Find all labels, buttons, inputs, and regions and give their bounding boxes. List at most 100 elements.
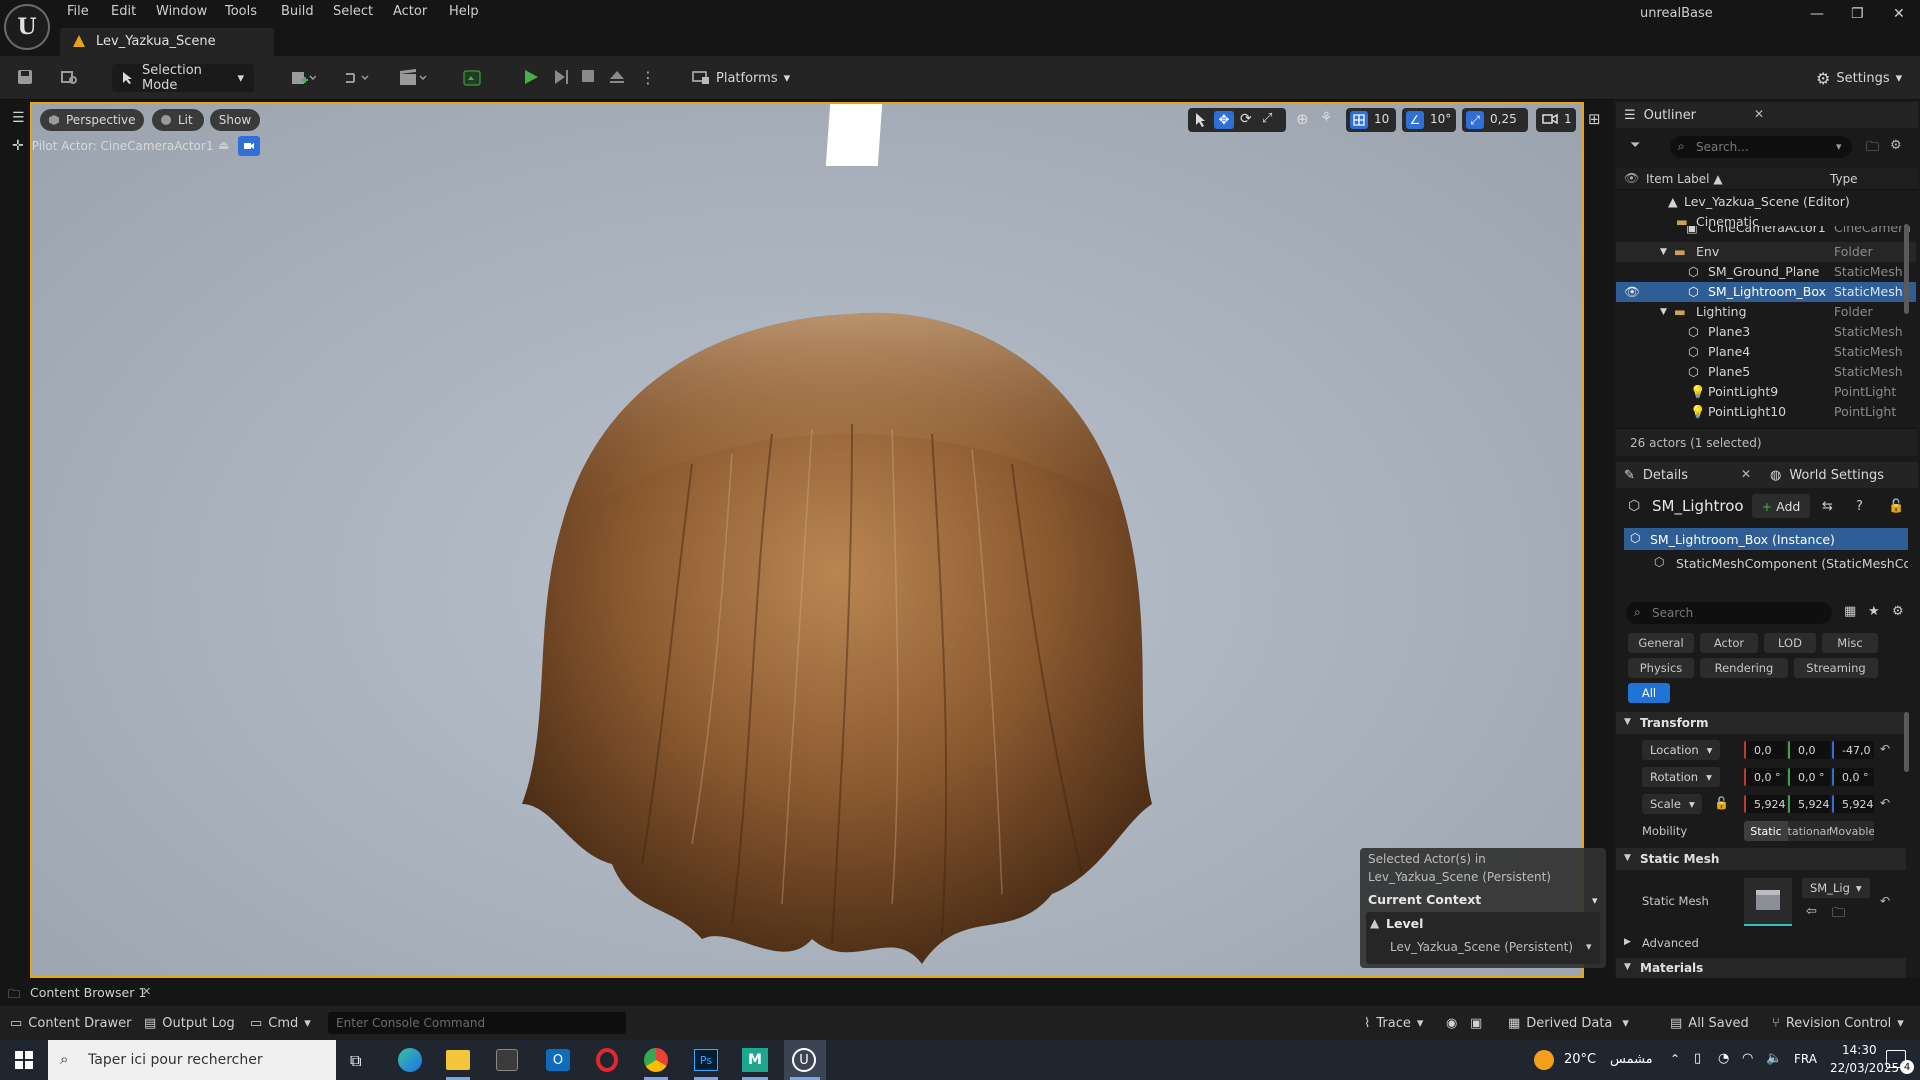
taskbar-search-box[interactable]: ⌕ Taper ici pour rechercher	[48, 1040, 336, 1080]
stop-icon[interactable]	[580, 68, 600, 88]
category-lod[interactable]: LOD	[1764, 633, 1816, 653]
surface-snap-icon[interactable]: ⚘	[1320, 110, 1333, 126]
menu-edit[interactable]: Edit	[111, 4, 136, 19]
pilot-move-icon[interactable]: ✛	[12, 138, 24, 154]
item-label-column[interactable]: Item Label ▲	[1646, 172, 1723, 186]
location-y-field[interactable]: 0,0	[1788, 741, 1830, 759]
step-icon[interactable]	[552, 68, 572, 88]
details-scrollbar[interactable]	[1904, 712, 1909, 772]
visibility-eye-icon[interactable]: 👁	[1624, 284, 1640, 300]
level-tab[interactable]: Lev_Yazkua_Scene	[60, 28, 274, 56]
rotate-tool-icon[interactable]: ⟳	[1240, 111, 1252, 127]
advanced-row[interactable]: ▶ Advanced	[1616, 932, 1906, 954]
restore-button[interactable]: ❐	[1851, 6, 1864, 22]
category-streaming[interactable]: Streaming	[1794, 658, 1878, 678]
content-browser-tab[interactable]: Content Browser 1	[30, 985, 146, 1000]
lock-icon[interactable]: 🔓	[1888, 499, 1904, 514]
menu-window[interactable]: Window	[156, 4, 207, 19]
content-drawer-button[interactable]: ▭ Content Drawer	[10, 1016, 131, 1031]
cmd-button[interactable]: ▭ Cmd ▾	[250, 1016, 311, 1031]
menu-select[interactable]: Select	[333, 4, 373, 19]
volume-icon[interactable]: 🔈	[1766, 1051, 1782, 1066]
context-collapse-icon[interactable]: ▾	[1592, 894, 1598, 907]
expand-arrow-icon[interactable]: ▼	[1660, 307, 1667, 317]
settings-button[interactable]: ⚙ Settings ▾	[1806, 64, 1906, 92]
level-context-box[interactable]: ▲ Level Lev_Yazkua_Scene (Persistent) ▾	[1366, 912, 1600, 964]
category-general[interactable]: General	[1628, 633, 1694, 653]
unreal-taskbar-button[interactable]: U	[784, 1040, 826, 1080]
outliner-row-env[interactable]: ▼ ▬ Env Folder	[1616, 242, 1916, 262]
weather-sun-icon[interactable]	[1534, 1050, 1554, 1070]
use-selected-icon[interactable]: ⇦	[1806, 904, 1817, 919]
chrome-icon[interactable]	[644, 1048, 668, 1072]
play-icon[interactable]	[522, 68, 542, 88]
filter-icon[interactable]: ⏷	[1630, 138, 1640, 153]
category-all[interactable]: All	[1628, 683, 1670, 703]
mobility-static[interactable]: Static	[1744, 821, 1788, 841]
menu-help[interactable]: Help	[449, 4, 479, 19]
category-physics[interactable]: Physics	[1628, 658, 1694, 678]
add-actor-icon[interactable]	[290, 68, 316, 88]
eject-icon[interactable]	[608, 68, 628, 88]
outliner-scrollbar[interactable]	[1904, 224, 1909, 314]
scale-x-field[interactable]: 5,924	[1744, 795, 1786, 813]
outliner-row-pointlight9[interactable]: 💡 PointLight9 PointLight	[1616, 382, 1916, 402]
unreal-logo-icon[interactable]: U	[4, 4, 50, 50]
outliner-row-ground-plane[interactable]: ⬡ SM_Ground_Plane StaticMesh	[1616, 262, 1916, 282]
cinematics-icon[interactable]	[398, 68, 427, 88]
transform-header[interactable]: ▼ Transform	[1616, 712, 1906, 734]
perspective-button[interactable]: Perspective	[40, 109, 144, 131]
edge-icon[interactable]	[398, 1048, 422, 1072]
modes-icon[interactable]	[462, 68, 482, 88]
eject-pilot-icon[interactable]: ⏏	[218, 138, 229, 152]
menu-file[interactable]: File	[67, 4, 89, 19]
blueprint-icon[interactable]	[344, 68, 369, 88]
lit-button[interactable]: Lit	[152, 109, 204, 131]
type-column[interactable]: Type	[1830, 172, 1858, 186]
outliner-row-lighting[interactable]: ▼ ▬ Lighting Folder	[1616, 302, 1916, 322]
grid-snap-toggle[interactable]: 10	[1346, 108, 1396, 132]
weather-temperature[interactable]: 20°C	[1564, 1052, 1596, 1067]
viewport-layout-icon[interactable]: ⊞	[1588, 110, 1601, 128]
location-dropdown[interactable]: Location ▾	[1642, 740, 1720, 760]
visibility-eye-icon[interactable]: 👁	[1624, 171, 1639, 185]
outliner-row-plane5[interactable]: ⬡ Plane5 StaticMesh	[1616, 362, 1916, 382]
rotation-x-field[interactable]: 0,0 °	[1744, 768, 1786, 786]
blueprint-icon[interactable]: ⇆	[1822, 499, 1833, 514]
static-mesh-thumbnail[interactable]	[1744, 878, 1792, 926]
console-command-input[interactable]: Enter Console Command	[328, 1012, 626, 1034]
minimize-button[interactable]: —	[1810, 6, 1824, 22]
camera-lock-icon[interactable]	[238, 136, 260, 156]
select-tool-icon[interactable]	[1194, 112, 1208, 128]
outliner-tab[interactable]: ☰ Outliner	[1624, 102, 1696, 128]
static-mesh-dropdown[interactable]: SM_Lig ▾	[1802, 878, 1870, 898]
browse-asset-icon[interactable]: 🗀	[1832, 904, 1845, 926]
more-options-icon[interactable]: ⋮	[640, 68, 660, 88]
viewport-menu-icon[interactable]: ☰	[12, 110, 25, 126]
platforms-button[interactable]: Platforms ▾	[682, 64, 790, 92]
outliner-row-level[interactable]: ▲ Lev_Yazkua_Scene (Editor)	[1616, 192, 1916, 212]
component-instance-row[interactable]: ⬡ SM_Lightroom_Box (Instance)	[1624, 528, 1908, 550]
reset-icon[interactable]: ↶	[1880, 742, 1890, 756]
mobility-stationary[interactable]: Stationary	[1788, 821, 1830, 841]
details-search-input[interactable]: ⌕ Search	[1626, 602, 1832, 624]
rotation-dropdown[interactable]: Rotation ▾	[1642, 767, 1720, 787]
photoshop-icon[interactable]: Ps	[694, 1049, 718, 1071]
outliner-row-pointlight10[interactable]: 💡 PointLight10 PointLight	[1616, 402, 1916, 422]
maya-icon[interactable]: M	[742, 1048, 768, 1072]
menu-tools[interactable]: Tools	[225, 4, 257, 19]
device-icon[interactable]: ▯	[1694, 1051, 1701, 1066]
new-folder-icon[interactable]: 🗀	[1866, 138, 1879, 160]
outliner-row-lightroom-box[interactable]: 👁 ⬡ SM_Lightroom_Box StaticMesh	[1616, 282, 1916, 302]
revision-control-button[interactable]: ⑂ Revision Control ▾	[1772, 1016, 1904, 1031]
outliner-row-plane4[interactable]: ⬡ Plane4 StaticMesh	[1616, 342, 1916, 362]
menu-actor[interactable]: Actor	[393, 4, 427, 19]
details-tab[interactable]: ✎ Details	[1624, 462, 1688, 488]
rotation-y-field[interactable]: 0,0 °	[1788, 768, 1830, 786]
close-icon[interactable]: ✕	[1741, 467, 1751, 481]
lock-icon[interactable]: 🔓	[1714, 796, 1729, 810]
add-component-button[interactable]: + Add	[1752, 494, 1810, 518]
category-actor[interactable]: Actor	[1700, 633, 1758, 653]
gear-icon[interactable]: ⚙	[1890, 138, 1902, 153]
rotation-snap-toggle[interactable]: ∠ 10°	[1402, 108, 1456, 132]
